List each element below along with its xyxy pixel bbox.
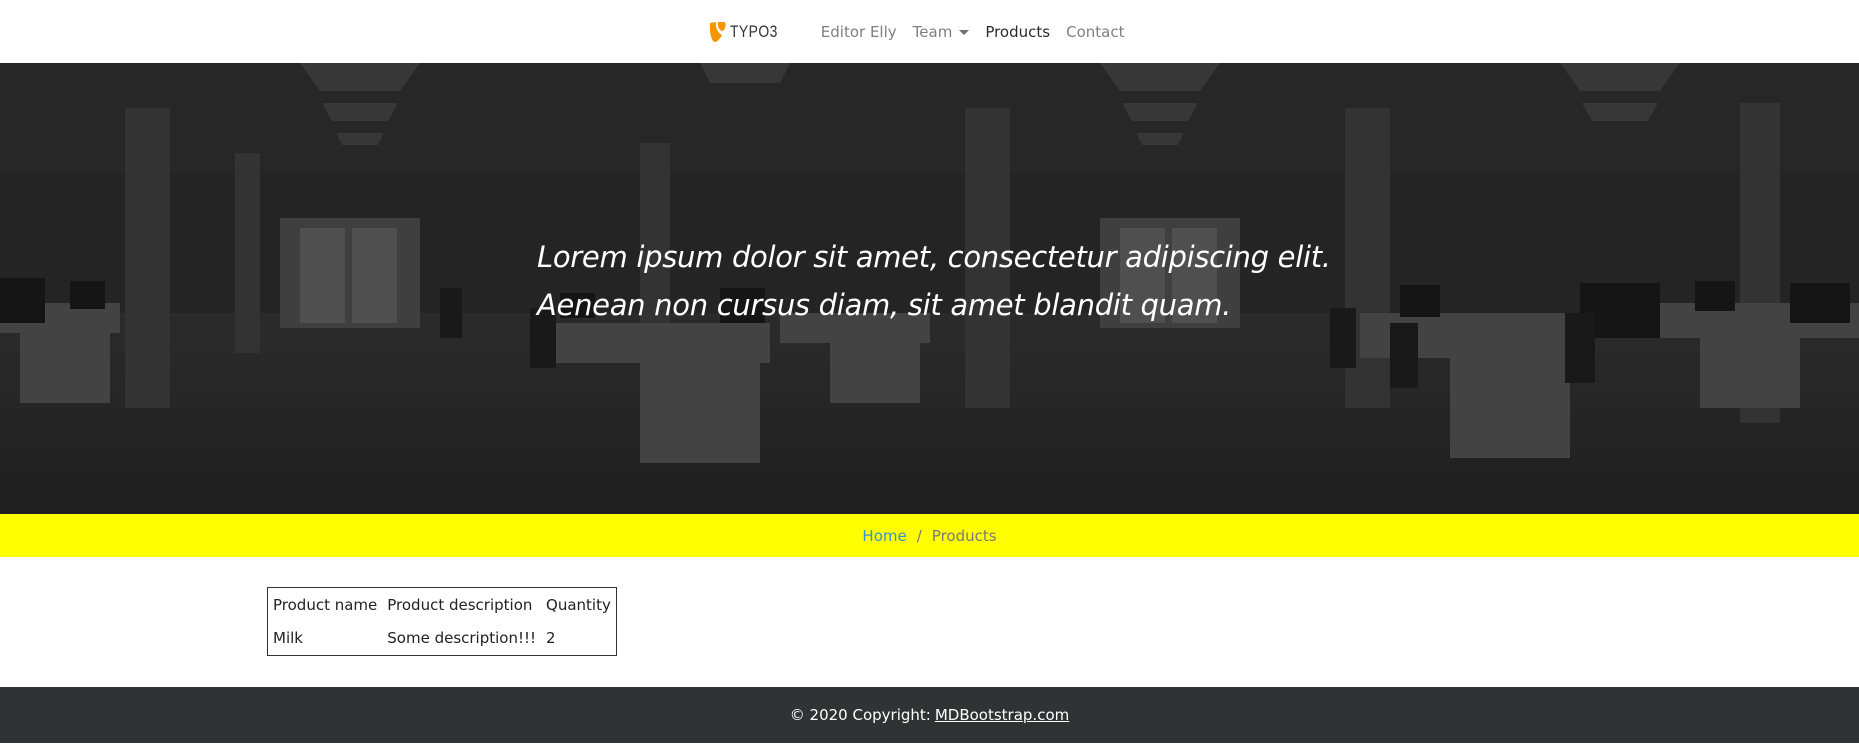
table-row: Milk Some description!!! 2 <box>268 622 617 656</box>
table-header-row: Product name Product description Quantit… <box>268 588 617 622</box>
page-footer: © 2020 Copyright: MDBootstrap.com <box>0 687 1859 743</box>
nav-item-team-label: Team <box>912 22 953 41</box>
hero-banner: Lorem ipsum dolor sit amet, consectetur … <box>0 63 1859 514</box>
hero-text-line-1: Lorem ipsum dolor sit amet, consectetur … <box>537 240 1331 274</box>
navbar-content: TYPO3 Editor Elly Team Products Contact <box>709 21 1141 43</box>
table-header-cell: Product name <box>273 595 378 614</box>
table-cell: Milk <box>273 629 303 648</box>
footer-mdbootstrap-link[interactable]: MDBootstrap.com <box>935 706 1069 724</box>
typo3-logo-icon <box>709 21 726 42</box>
nav-item-contact[interactable]: Contact <box>1066 23 1124 41</box>
table-header-cell: Quantity <box>546 595 611 614</box>
footer-copyright-text: © 2020 Copyright: <box>789 706 931 724</box>
hero-text: Lorem ipsum dolor sit amet, consectetur … <box>537 233 1437 329</box>
brand-logo-link[interactable]: TYPO3 <box>709 21 788 43</box>
nav-item-team-dropdown[interactable]: Team <box>913 23 970 41</box>
brand-text: TYPO3 <box>729 21 778 41</box>
table-cell: Some description!!! <box>387 629 537 648</box>
products-table: Product name Product description Quantit… <box>267 587 617 656</box>
nav-item-editor-elly[interactable]: Editor Elly <box>821 23 897 41</box>
breadcrumb-home-link[interactable]: Home <box>862 527 906 545</box>
nav-item-products[interactable]: Products <box>985 23 1050 41</box>
hero-text-line-2: Aenean non cursus diam, sit amet blandit… <box>537 288 1232 322</box>
table-header-cell: Product description <box>387 595 533 614</box>
top-navbar: TYPO3 Editor Elly Team Products Contact <box>0 0 1859 63</box>
breadcrumb-current: Products <box>931 526 997 545</box>
breadcrumb: Home / Products <box>0 514 1859 557</box>
breadcrumb-separator: / <box>916 526 922 545</box>
table-cell: 2 <box>546 629 556 648</box>
caret-down-icon <box>959 29 970 35</box>
